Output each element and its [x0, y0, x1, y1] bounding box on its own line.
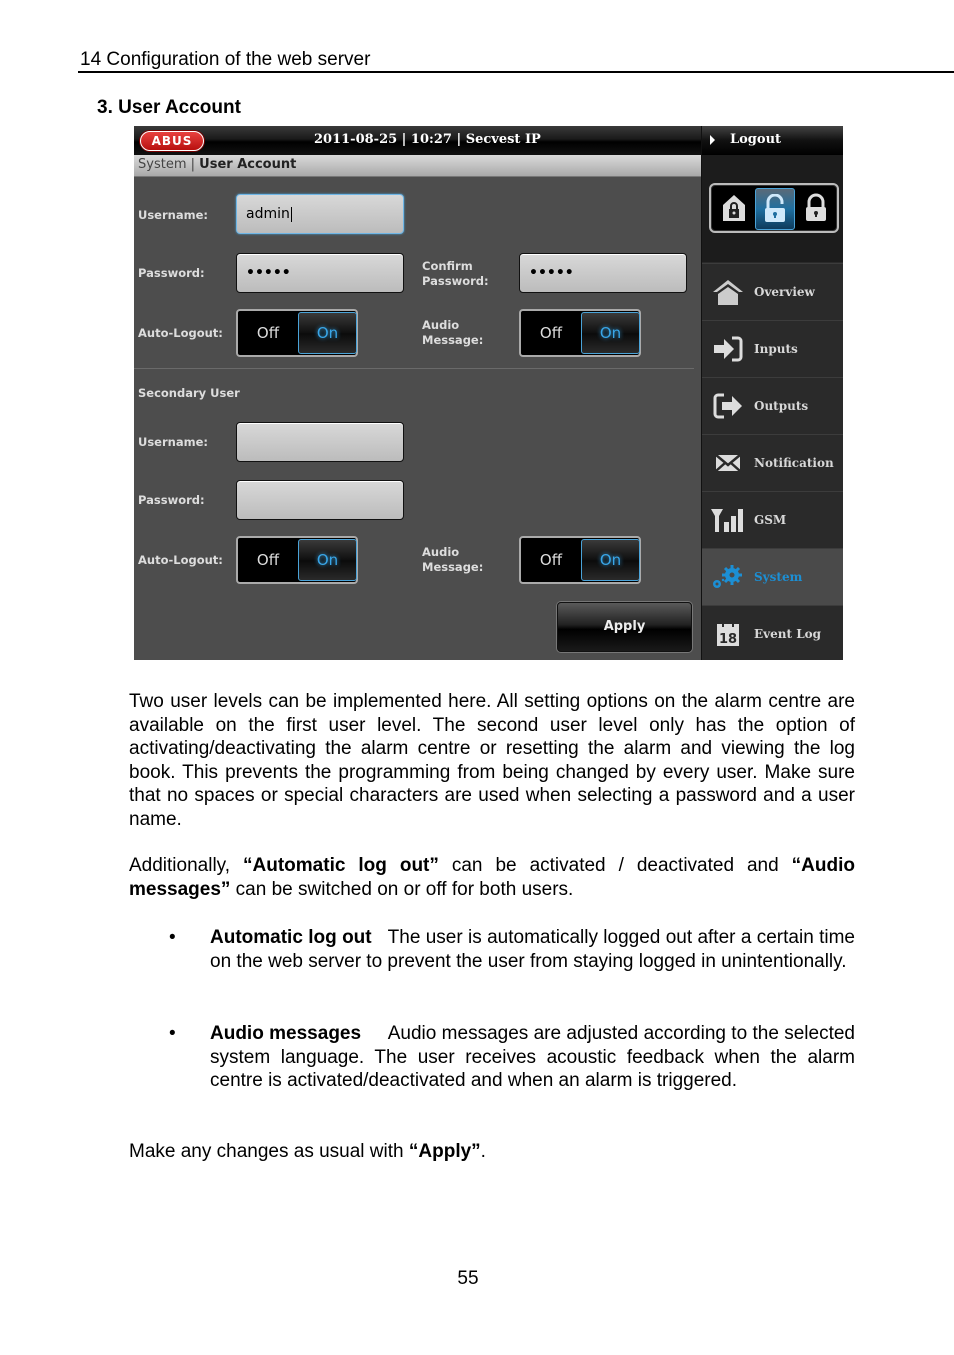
- nav-item-overview[interactable]: Overview: [702, 263, 843, 320]
- date-time-system-info: 2011-08-25 | 10:27 | Secvest IP: [314, 132, 541, 147]
- signal-bars-icon: [710, 505, 746, 535]
- top-bar: ABUS 2011-08-25 | 10:27 | Secvest IP: [134, 126, 701, 155]
- nav-item-notification[interactable]: Notification: [702, 434, 843, 491]
- secondary-user-heading: Secondary User: [138, 386, 240, 400]
- bullet-icon: •: [169, 927, 176, 948]
- breadcrumb: System | User Account: [138, 157, 296, 172]
- bullet-audio-messages: • Audio messages Audio messages are adju…: [129, 1022, 855, 1118]
- password-value: •••••: [246, 265, 291, 281]
- calendar-icon: 18: [710, 619, 746, 649]
- audio-message-toggle[interactable]: Off On: [519, 309, 641, 357]
- breadcrumb-parent[interactable]: System: [138, 157, 186, 172]
- secondary-auto-logout-label: Auto-Logout:: [138, 553, 223, 567]
- nav-item-event-log[interactable]: 18 Event Log: [702, 605, 843, 660]
- password-input[interactable]: •••••: [236, 253, 404, 293]
- unlocked-padlock-icon: [765, 194, 785, 222]
- toggle-off-option[interactable]: Off: [521, 311, 581, 355]
- secondary-username-label: Username:: [138, 435, 208, 449]
- secondary-audio-message-label: Audio Message:: [422, 545, 484, 574]
- arm-mode-selector: [709, 183, 839, 233]
- input-arrow-icon: [710, 334, 746, 364]
- disarmed-button[interactable]: [755, 188, 795, 230]
- section-divider: [134, 368, 694, 369]
- logout-button[interactable]: Logout: [702, 126, 843, 155]
- page-number: 55: [457, 1268, 479, 1289]
- text-caret: [290, 206, 292, 222]
- toggle-off-option[interactable]: Off: [238, 538, 298, 582]
- breadcrumb-separator: |: [190, 157, 196, 172]
- bullet-automatic-log-out: • Automatic log out The user is automati…: [129, 926, 855, 998]
- nav-item-inputs[interactable]: Inputs: [702, 320, 843, 377]
- nav-label: Notification: [754, 456, 834, 470]
- paragraph-additionally: Additionally, “Automatic log out” can be…: [129, 855, 855, 900]
- house-lock-icon: [723, 195, 745, 221]
- nav-label: Event Log: [754, 627, 822, 641]
- logout-label: Logout: [730, 132, 782, 147]
- secondary-password-input[interactable]: [236, 480, 404, 520]
- paragraph-intro: Two user levels can be implemented here.…: [129, 691, 855, 830]
- secondary-auto-logout-toggle[interactable]: Off On: [236, 536, 358, 584]
- confirm-password-label: Confirm Password:: [422, 259, 489, 288]
- nav-item-system[interactable]: System: [702, 548, 843, 605]
- confirm-password-value: •••••: [529, 265, 574, 281]
- nav-label: GSM: [754, 513, 787, 527]
- toggle-off-option[interactable]: Off: [238, 311, 298, 355]
- envelope-icon: [710, 448, 746, 478]
- nav-item-gsm[interactable]: GSM: [702, 491, 843, 548]
- auto-logout-label: Auto-Logout:: [138, 326, 223, 340]
- home-icon: [710, 277, 746, 307]
- ui-screenshot: ABUS 2011-08-25 | 10:27 | Secvest IP Sys…: [134, 126, 843, 660]
- bullet-icon: •: [169, 1023, 176, 1044]
- home-armed-button[interactable]: [715, 188, 753, 228]
- bullet-term: Automatic log out: [210, 927, 372, 948]
- apply-button[interactable]: Apply: [557, 602, 692, 652]
- secondary-username-input[interactable]: [236, 422, 404, 462]
- play-triangle-icon: [710, 135, 715, 145]
- username-input[interactable]: admin: [236, 194, 404, 234]
- username-value: admin: [246, 206, 290, 222]
- breadcrumb-current: User Account: [199, 157, 297, 172]
- confirm-password-input[interactable]: •••••: [519, 253, 687, 293]
- toggle-on-option[interactable]: On: [298, 539, 357, 581]
- breadcrumb-bar: System | User Account: [134, 155, 701, 177]
- audio-message-label: Audio Message:: [422, 318, 484, 347]
- toggle-on-option[interactable]: On: [298, 312, 357, 354]
- nav-label: Overview: [754, 285, 815, 299]
- toggle-off-option[interactable]: Off: [521, 538, 581, 582]
- abus-logo: ABUS: [140, 131, 204, 151]
- nav-label: Outputs: [754, 399, 809, 413]
- output-arrow-icon: [710, 391, 746, 421]
- nav-label: System: [754, 570, 803, 584]
- secondary-password-label: Password:: [138, 493, 205, 507]
- armed-button[interactable]: [797, 188, 835, 228]
- section-title: 3. User Account: [97, 97, 241, 118]
- nav-item-outputs[interactable]: Outputs: [702, 377, 843, 434]
- bullet-term: Audio messages: [210, 1023, 362, 1044]
- gears-icon: [710, 562, 746, 592]
- locked-padlock-icon: [806, 193, 826, 221]
- password-label: Password:: [138, 266, 205, 280]
- secondary-audio-message-toggle[interactable]: Off On: [519, 536, 641, 584]
- nav-label: Inputs: [754, 342, 798, 356]
- paragraph-apply: Make any changes as usual with “Apply”.: [129, 1141, 486, 1162]
- running-head: 14 Configuration of the web server: [80, 49, 371, 70]
- sidebar: Logout Overview Inputs Outputs Notificat…: [701, 126, 843, 660]
- username-label: Username:: [138, 208, 208, 222]
- svg-text:18: 18: [719, 632, 737, 647]
- header-rule: [78, 71, 954, 73]
- auto-logout-toggle[interactable]: Off On: [236, 309, 358, 357]
- toggle-on-option[interactable]: On: [581, 539, 640, 581]
- toggle-on-option[interactable]: On: [581, 312, 640, 354]
- arm-mode-panel: [702, 155, 843, 262]
